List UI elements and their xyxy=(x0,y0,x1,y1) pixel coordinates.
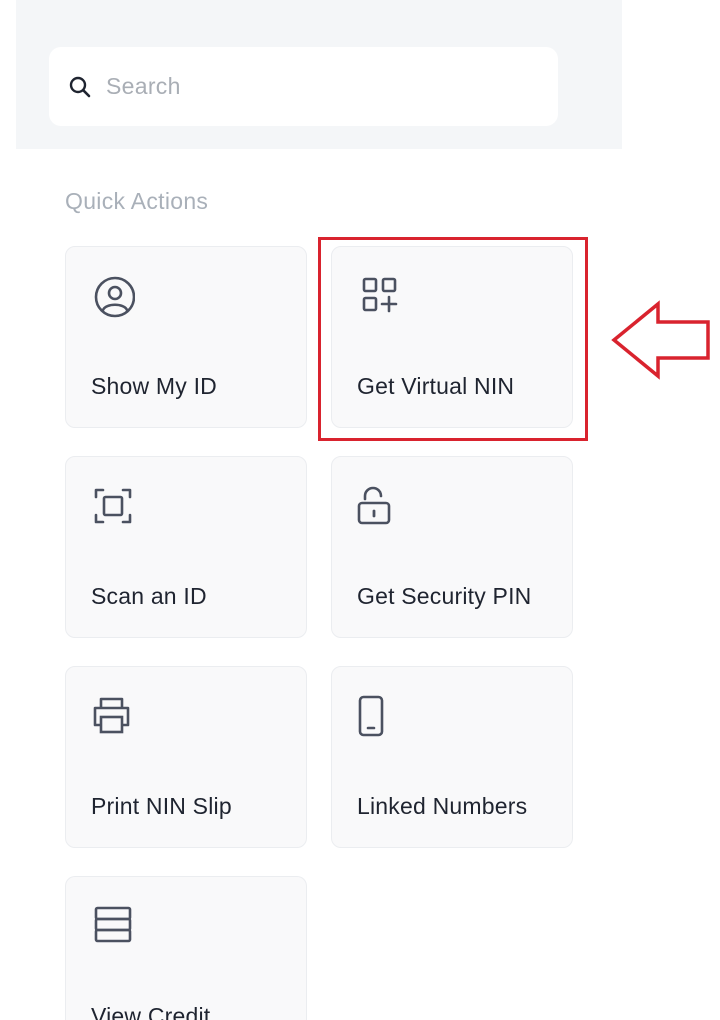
tile-linked-numbers[interactable]: Linked Numbers xyxy=(331,666,573,848)
tile-label: Get Virtual NIN xyxy=(357,373,515,399)
stack-icon xyxy=(91,905,135,949)
grid-plus-icon xyxy=(357,275,401,319)
search-icon xyxy=(69,76,91,98)
tile-print-nin-slip[interactable]: Print NIN Slip xyxy=(65,666,307,848)
tile-get-security-pin[interactable]: Get Security PIN xyxy=(331,456,573,638)
tile-scan-an-id[interactable]: Scan an ID xyxy=(65,456,307,638)
tile-view-credit[interactable]: View Credit xyxy=(65,876,307,1020)
arrow-left-icon xyxy=(611,300,710,380)
tile-label: Linked Numbers xyxy=(357,793,528,819)
tile-label: Get Security PIN xyxy=(357,583,532,609)
tile-label: Scan an ID xyxy=(91,583,207,609)
search-input[interactable]: Search xyxy=(49,47,558,126)
tile-label: Print NIN Slip xyxy=(91,793,232,819)
quick-actions-title: Quick Actions xyxy=(65,188,209,214)
scan-frame-icon xyxy=(91,485,135,529)
search-placeholder: Search xyxy=(106,73,181,99)
mobile-phone-icon xyxy=(357,695,401,739)
page: Search Quick Actions Show My ID Get Virt… xyxy=(0,0,720,1020)
tile-label: Show My ID xyxy=(91,373,217,399)
tile-get-virtual-nin[interactable]: Get Virtual NIN xyxy=(331,246,573,428)
unlock-icon xyxy=(357,485,401,529)
tile-show-my-id[interactable]: Show My ID xyxy=(65,246,307,428)
tile-label: View Credit xyxy=(91,1003,211,1020)
user-circle-icon xyxy=(91,275,136,319)
printer-icon xyxy=(91,695,135,739)
